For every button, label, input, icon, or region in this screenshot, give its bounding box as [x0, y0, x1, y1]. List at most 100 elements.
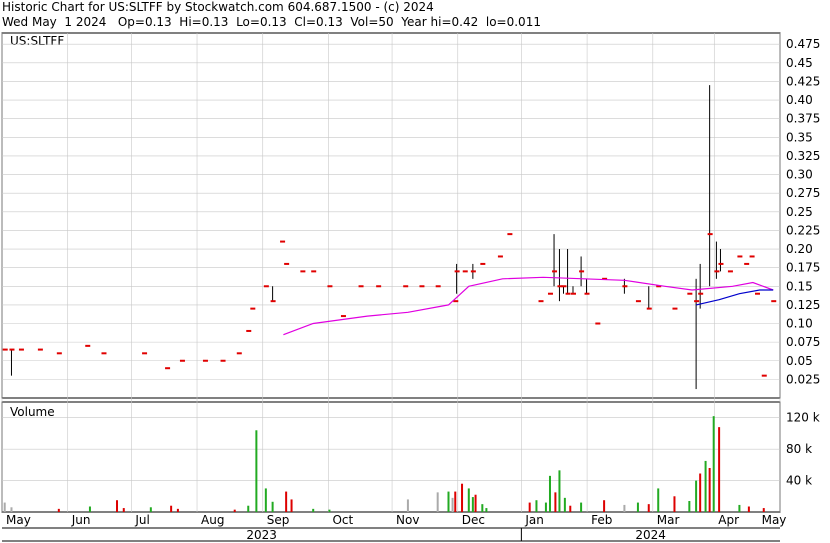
price-tick-label: 0.325	[786, 149, 820, 163]
volume-tick-label: 120 k	[786, 411, 820, 425]
volume-bar	[447, 491, 450, 512]
price-close-mark	[165, 367, 171, 370]
price-close-mark	[727, 270, 733, 273]
price-close-mark	[284, 262, 290, 265]
price-close-mark	[579, 270, 585, 273]
volume-tick-label: 40 k	[786, 474, 812, 488]
volume-bar	[285, 491, 288, 512]
price-close-mark	[300, 270, 306, 273]
month-label: Feb	[591, 513, 612, 527]
volume-bar	[548, 475, 551, 512]
month-label: May	[6, 513, 31, 527]
volume-bar	[328, 509, 331, 512]
volume-bar	[603, 500, 606, 512]
price-close-mark	[263, 285, 269, 288]
price-close-mark	[85, 344, 91, 347]
month-label: May	[762, 513, 787, 527]
volume-bar	[255, 430, 258, 512]
price-tick-label: 0.30	[786, 168, 813, 182]
price-close-mark	[9, 348, 15, 351]
volume-bar	[738, 504, 741, 512]
price-close-mark	[202, 359, 208, 362]
price-close-mark	[761, 374, 767, 377]
price-close-mark	[376, 285, 382, 288]
price-close-mark	[635, 300, 641, 303]
volume-bar	[406, 499, 409, 512]
price-tick-label: 0.35	[786, 130, 813, 144]
price-close-mark	[749, 255, 755, 258]
price-tick-label: 0.225	[786, 223, 820, 237]
volume-bar	[451, 497, 454, 512]
month-label: Jan	[524, 513, 544, 527]
price-close-mark	[2, 348, 8, 351]
month-label: Dec	[462, 513, 485, 527]
volume-bar	[461, 483, 464, 512]
price-close-mark	[236, 352, 242, 355]
price-tick-label: 0.10	[786, 317, 813, 331]
volume-bar	[467, 488, 470, 512]
volume-bar	[580, 502, 583, 512]
volume-bar	[88, 506, 91, 512]
volume-panel-frame	[1, 401, 781, 513]
year-label: 2024	[635, 528, 666, 542]
price-close-mark	[707, 233, 713, 236]
volume-bar	[481, 504, 484, 512]
volume-bar	[3, 502, 6, 512]
price-tick-label: 0.375	[786, 112, 820, 126]
month-label: Apr	[718, 513, 739, 527]
volume-bar	[673, 496, 676, 512]
price-close-mark	[280, 240, 286, 243]
price-close-mark	[56, 352, 62, 355]
price-tick-label: 0.425	[786, 74, 820, 88]
price-close-mark	[718, 262, 724, 265]
volume-bar	[122, 508, 125, 512]
volume-bar	[247, 505, 250, 512]
volume-bar	[10, 507, 13, 512]
price-close-mark	[179, 359, 185, 362]
price-close-mark	[552, 270, 558, 273]
price-tick-label: 0.075	[786, 335, 820, 349]
price-close-mark	[737, 255, 743, 258]
price-close-mark	[311, 270, 317, 273]
price-close-mark	[419, 285, 425, 288]
volume-bar	[657, 488, 660, 512]
volume-bar	[271, 501, 274, 512]
volume-bar	[485, 508, 488, 512]
volume-bar	[708, 468, 711, 512]
volume-bar	[312, 508, 315, 512]
price-tick-label: 0.25	[786, 205, 813, 219]
price-close-mark	[220, 359, 226, 362]
price-tick-label: 0.125	[786, 298, 820, 312]
price-close-mark	[358, 285, 364, 288]
month-label: Nov	[396, 513, 419, 527]
month-label: Jul	[134, 513, 149, 527]
price-close-mark	[340, 315, 346, 318]
volume-bar	[57, 508, 60, 512]
price-close-mark	[101, 352, 107, 355]
volume-bar	[695, 480, 698, 512]
price-close-mark	[584, 292, 590, 295]
price-close-mark	[672, 307, 678, 310]
stock-chart: 0.025 0.05 0.075 0.10 0.125 0.15 0.175 0.20 0.22…	[1, 32, 820, 542]
volume-bar	[436, 492, 439, 512]
price-close-mark	[538, 300, 544, 303]
price-close-mark	[771, 300, 777, 303]
price-close-mark	[18, 348, 24, 351]
year-label: 2023	[246, 528, 277, 542]
volume-bar	[712, 416, 715, 512]
price-close-mark	[507, 233, 513, 236]
volume-bar	[544, 502, 547, 512]
price-close-mark	[454, 270, 460, 273]
month-label: Aug	[201, 513, 224, 527]
moving-average-short	[695, 289, 774, 306]
volume-bar	[264, 488, 267, 512]
price-close-mark	[547, 292, 553, 295]
volume-bar	[762, 508, 765, 512]
price-tick-label: 0.175	[786, 261, 820, 275]
price-close-mark	[497, 255, 503, 258]
volume-bar	[233, 509, 236, 512]
price-tick-label: 0.15	[786, 279, 813, 293]
price-tick-label: 0.40	[786, 93, 813, 107]
price-close-mark	[570, 292, 576, 295]
price-close-mark	[744, 262, 750, 265]
